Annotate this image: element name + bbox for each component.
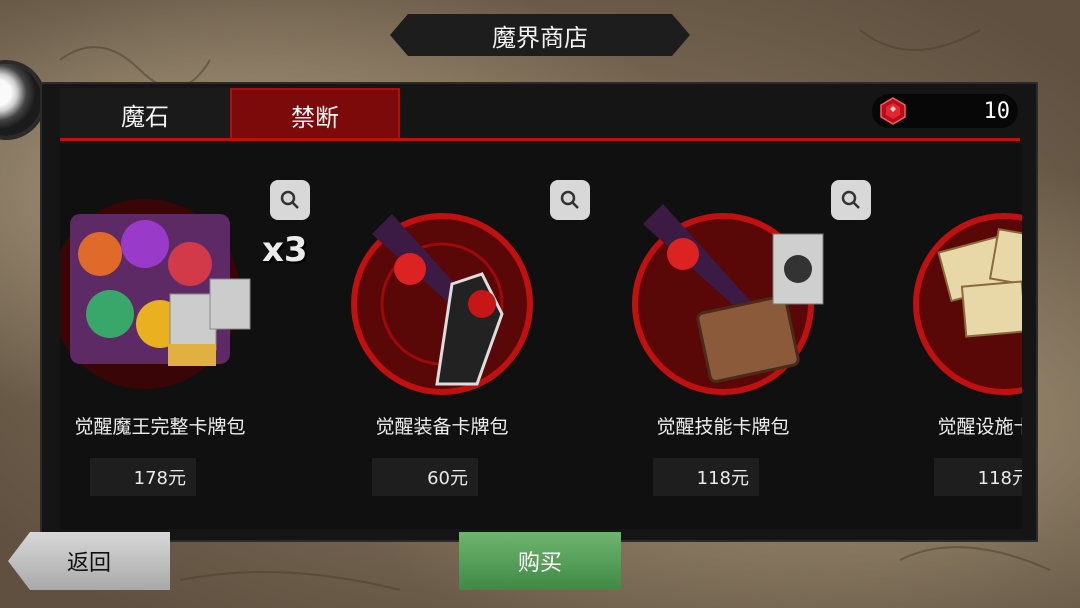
back-button[interactable]: 返回 (8, 532, 170, 590)
tab-bar: 魔石 禁断 (60, 88, 400, 140)
shop-item[interactable]: 觉醒装备卡牌包 60元 (322, 144, 590, 529)
zoom-icon[interactable] (270, 180, 310, 220)
item-name: 觉醒魔王完整卡牌包 (74, 416, 246, 438)
item-shelf[interactable]: x3 觉醒魔王完整卡牌包 178元 觉醒装备卡牌包 60元 觉醒技能卡牌包 11… (60, 144, 1022, 529)
tab-underline (60, 138, 1020, 141)
facility-pack-art (913, 213, 1022, 395)
buy-button[interactable]: 购买 (459, 532, 621, 590)
equipment-pack-art (351, 213, 533, 395)
quantity-badge: x3 (262, 230, 308, 270)
currency-display: 10 (872, 94, 1018, 128)
item-price: 118元 (653, 458, 759, 496)
skill-pack-art (632, 204, 824, 395)
page-title: 魔界商店 (390, 14, 690, 56)
item-name: 觉醒设施卡牌包 (937, 416, 1022, 438)
shop-item[interactable]: 觉醒设施卡牌包 118元 (884, 144, 1022, 529)
shop-item[interactable]: 觉醒技能卡牌包 118元 (603, 144, 871, 529)
red-gem-icon (880, 97, 906, 125)
item-price: 60元 (372, 458, 478, 496)
zoom-icon[interactable] (831, 180, 871, 220)
tab-magic-stone[interactable]: 魔石 (60, 88, 230, 140)
item-name: 觉醒技能卡牌包 (656, 416, 790, 438)
tab-forbidden[interactable]: 禁断 (230, 88, 400, 140)
currency-value: 10 (983, 98, 1011, 124)
shop-panel: 魔石 禁断 10 x3 觉醒魔王完整卡牌包 178元 觉醒装备卡牌包 60元 觉… (40, 82, 1038, 542)
item-price: 118元 (934, 458, 1022, 496)
demon-lord-pack-art (60, 199, 251, 389)
zoom-icon[interactable] (550, 180, 590, 220)
item-name: 觉醒装备卡牌包 (375, 416, 509, 438)
shop-item[interactable]: x3 觉醒魔王完整卡牌包 178元 (60, 144, 310, 529)
item-price: 178元 (90, 458, 196, 496)
